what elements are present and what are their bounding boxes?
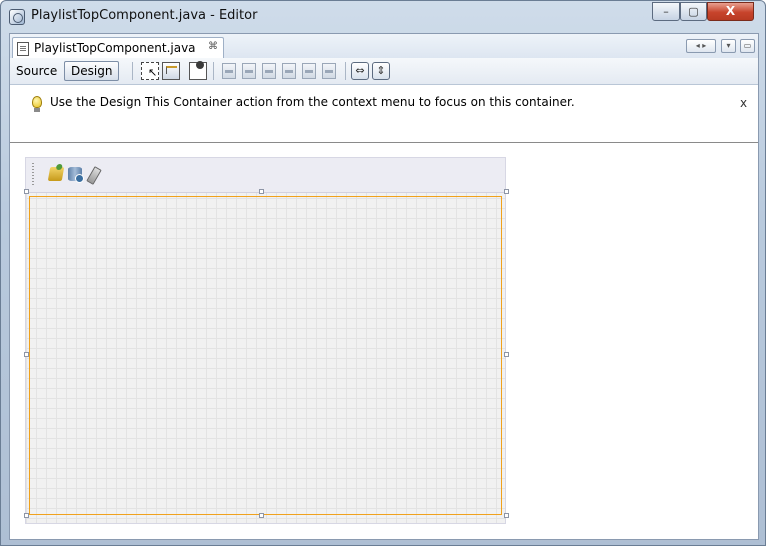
resize-handle-top-left[interactable]: [24, 189, 29, 194]
editor-tab-row: PlaylistTopComponent.java ⌘ ◂ ▸ ▾ ▭: [10, 34, 758, 59]
change-vertical-resizability-icon[interactable]: ⇕: [372, 62, 390, 80]
selected-panel[interactable]: [29, 196, 502, 515]
toolbar-grip-handle[interactable]: [32, 163, 34, 185]
center-vertical-icon[interactable]: [322, 63, 336, 79]
toolbar-separator: [213, 62, 214, 80]
form-container[interactable]: [25, 157, 506, 524]
resize-handle-bottom-left[interactable]: [24, 513, 29, 518]
tab-list-dropdown-icon[interactable]: ▾: [721, 39, 736, 53]
resize-handle-top[interactable]: [259, 189, 264, 194]
window-title: PlaylistTopComponent.java - Editor: [31, 8, 258, 23]
toolbar-separator: [132, 62, 133, 80]
title-bar[interactable]: PlaylistTopComponent.java - Editor – ▢ X: [1, 1, 765, 33]
netbeans-cube-icon: [9, 9, 25, 25]
design-hint-message: Use the Design This Container action fro…: [50, 95, 575, 109]
java-file-icon: [17, 42, 29, 56]
align-top-icon[interactable]: [282, 63, 296, 79]
maximize-editor-icon[interactable]: ▭: [740, 39, 755, 53]
align-bottom-icon[interactable]: [302, 63, 316, 79]
database-icon[interactable]: [68, 167, 84, 183]
edit-pencil-icon[interactable]: [86, 166, 102, 185]
maximize-button[interactable]: ▢: [680, 2, 707, 21]
resize-handle-bottom-right[interactable]: [504, 513, 509, 518]
tab-scroll-arrows[interactable]: ◂ ▸: [686, 39, 716, 53]
selection-mode-icon[interactable]: [141, 62, 159, 80]
align-right-icon[interactable]: [242, 63, 256, 79]
close-button[interactable]: X: [707, 2, 754, 21]
change-horizontal-resizability-icon[interactable]: ⇔: [351, 62, 369, 80]
dismiss-hint-button[interactable]: x: [740, 96, 747, 110]
lightbulb-icon: [32, 96, 42, 112]
form-editor-toolbar: Source Design ⇔ ⇕: [10, 58, 758, 85]
connection-mode-icon[interactable]: [162, 62, 180, 80]
design-view-button[interactable]: Design: [64, 61, 120, 81]
design-hint-bar: Use the Design This Container action fro…: [10, 85, 758, 143]
source-view-button[interactable]: Source: [16, 64, 57, 78]
align-left-icon[interactable]: [222, 63, 236, 79]
editor-client-area: PlaylistTopComponent.java ⌘ ◂ ▸ ▾ ▭ Sour…: [9, 33, 759, 540]
minimize-button[interactable]: –: [652, 2, 680, 21]
editor-window: PlaylistTopComponent.java - Editor – ▢ X…: [0, 0, 766, 546]
center-horizontal-icon[interactable]: [262, 63, 276, 79]
resize-handle-top-right[interactable]: [504, 189, 509, 194]
toolbar-separator: [345, 62, 346, 80]
resize-handle-bottom[interactable]: [259, 513, 264, 518]
design-canvas[interactable]: [10, 143, 758, 539]
form-toolbar[interactable]: [26, 158, 505, 193]
preview-design-icon[interactable]: [189, 61, 207, 80]
resize-handle-left[interactable]: [24, 352, 29, 357]
tab-playlist-top-component[interactable]: PlaylistTopComponent.java ⌘: [12, 37, 224, 58]
tab-label: PlaylistTopComponent.java: [34, 41, 196, 55]
window-bottom-border: [9, 540, 759, 541]
resize-handle-right[interactable]: [504, 352, 509, 357]
open-folder-icon[interactable]: [47, 167, 65, 181]
tab-close-icon[interactable]: ⌘: [208, 41, 218, 52]
